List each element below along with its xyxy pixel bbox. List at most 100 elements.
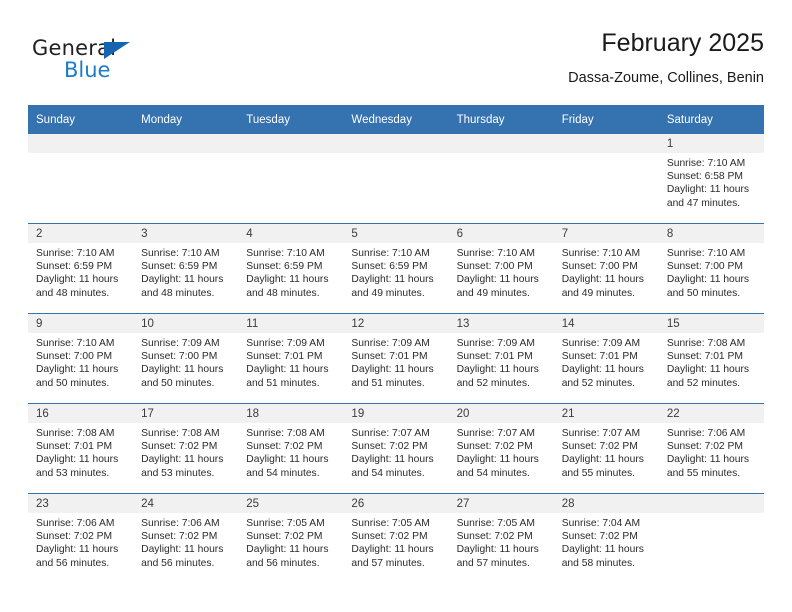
calendar-day-cell[interactable]: 19 Sunrise: 7:07 AM Sunset: 7:02 PM Dayligh… — [343, 404, 449, 493]
sunset-text: Sunset: 7:00 PM — [141, 351, 218, 363]
day-number: 13 — [448, 314, 554, 333]
calendar-day-cell[interactable]: 15 Sunrise: 7:08 AM Sunset: 7:01 PM Dayligh… — [658, 314, 764, 403]
sunrise-text: Sunrise: 7:10 AM — [36, 338, 115, 349]
daylight-text: Daylight: 11 hours and 54 minutes. — [246, 454, 329, 479]
calendar-day-cell[interactable]: 5 Sunrise: 7:10 AM Sunset: 6:59 PM Daylight… — [343, 224, 449, 313]
calendar-week-row: 23 Sunrise: 7:06 AM Sunset: 7:02 PM Dayligh… — [28, 493, 764, 583]
sunrise-text: Sunrise: 7:06 AM — [666, 428, 746, 439]
sunrise-text: Sunrise: 7:10 AM — [351, 248, 430, 259]
day-details: Sunrise: 7:07 AM Sunset: 7:02 PM Daylight:… — [449, 423, 554, 480]
day-details: Sunrise: 7:10 AM Sunset: 7:00 PM Daylight:… — [659, 243, 764, 300]
day-details: Sunrise: 7:05 AM Sunset: 7:02 PM Daylight:… — [238, 513, 343, 570]
calendar-day-cell[interactable]: 10 Sunrise: 7:09 AM Sunset: 7:00 PM Dayligh… — [133, 314, 239, 403]
calendar-day-cell[interactable]: 11 Sunrise: 7:09 AM Sunset: 7:01 PM Dayligh… — [238, 314, 344, 403]
day-number: 4 — [238, 224, 344, 243]
calendar-day-cell[interactable]: 25 Sunrise: 7:05 AM Sunset: 7:02 PM Dayligh… — [238, 494, 344, 583]
sunset-text: Sunset: 7:02 PM — [351, 441, 428, 453]
sunset-text: Sunset: 7:01 PM — [561, 351, 638, 363]
calendar-day-cell[interactable]: 23 Sunrise: 7:06 AM Sunset: 7:02 PM Dayligh… — [28, 494, 134, 583]
day-number: 5 — [343, 224, 449, 243]
calendar-header-row: Sunday Monday Tuesday Wednesday Thursday Frid… — [28, 105, 764, 134]
sunset-text: Sunset: 7:02 PM — [456, 531, 533, 543]
calendar-day-cell[interactable]: 24 Sunrise: 7:06 AM Sunset: 7:02 PM Dayligh… — [133, 494, 239, 583]
weekday-header-3: Wednesday — [343, 105, 449, 134]
daylight-text: Daylight: 11 hours and 50 minutes. — [666, 274, 750, 299]
daylight-text: Daylight: 11 hours and 48 minutes. — [141, 274, 224, 299]
calendar-day-cell[interactable]: 14 Sunrise: 7:09 AM Sunset: 7:01 PM Dayligh… — [553, 314, 659, 403]
day-details: Sunrise: 7:10 AM Sunset: 7:00 PM Daylight:… — [554, 243, 659, 300]
day-number: 23 — [28, 494, 134, 513]
day-details: Sunrise: 7:07 AM Sunset: 7:02 PM Daylight:… — [554, 423, 659, 480]
sunset-text: Sunset: 7:02 PM — [141, 531, 218, 543]
day-details: Sunrise: 7:10 AM Sunset: 7:00 PM Daylight:… — [449, 243, 554, 300]
calendar-day-cell[interactable]: 22 Sunrise: 7:06 AM Sunset: 7:02 PM Dayligh… — [658, 404, 764, 493]
calendar-day-cell[interactable]: 21 Sunrise: 7:07 AM Sunset: 7:02 PM Dayligh… — [553, 404, 659, 493]
calendar-day-cell[interactable]: 4 Sunrise: 7:10 AM Sunset: 6:59 PM Daylight… — [238, 224, 344, 313]
day-details: Sunrise: 7:09 AM Sunset: 7:00 PM Daylight:… — [133, 333, 238, 390]
sunset-text: Sunset: 7:02 PM — [561, 441, 638, 453]
calendar-day-cell[interactable]: 26 Sunrise: 7:05 AM Sunset: 7:02 PM Dayligh… — [343, 494, 449, 583]
calendar-day-cell[interactable]: 13 Sunrise: 7:09 AM Sunset: 7:01 PM Dayligh… — [448, 314, 554, 403]
daylight-text: Daylight: 11 hours and 55 minutes. — [561, 454, 644, 479]
sunrise-text: Sunrise: 7:06 AM — [141, 518, 220, 529]
day-number: 20 — [448, 404, 554, 423]
calendar-cell-empty — [238, 134, 344, 223]
calendar-day-cell[interactable]: 28 Sunrise: 7:04 AM Sunset: 7:02 PM Dayligh… — [553, 494, 659, 583]
day-number — [28, 134, 134, 153]
calendar-day-cell[interactable]: 18 Sunrise: 7:08 AM Sunset: 7:02 PM Dayligh… — [238, 404, 344, 493]
day-details: Sunrise: 7:10 AM Sunset: 6:59 PM Daylight:… — [28, 243, 133, 300]
sunset-text: Sunset: 7:02 PM — [561, 531, 638, 543]
sunrise-text: Sunrise: 7:10 AM — [246, 248, 325, 259]
calendar-day-cell[interactable]: 27 Sunrise: 7:05 AM Sunset: 7:02 PM Dayligh… — [448, 494, 554, 583]
calendar-day-cell[interactable]: 1 Sunrise: 7:10 AM Sunset: 6:58 PM Daylight… — [658, 134, 764, 223]
calendar-cell-empty — [28, 134, 134, 223]
sunrise-text: Sunrise: 7:10 AM — [36, 248, 115, 259]
sunrise-text: Sunrise: 7:10 AM — [666, 158, 746, 169]
day-number: 19 — [343, 404, 449, 423]
day-details: Sunrise: 7:08 AM Sunset: 7:01 PM Daylight:… — [28, 423, 133, 480]
calendar-day-cell[interactable]: 2 Sunrise: 7:10 AM Sunset: 6:59 PM Daylight… — [28, 224, 134, 313]
sunset-text: Sunset: 7:02 PM — [246, 531, 323, 543]
day-number: 6 — [448, 224, 554, 243]
sunset-text: Sunset: 7:02 PM — [666, 441, 743, 453]
sunrise-text: Sunrise: 7:04 AM — [561, 518, 641, 529]
day-number — [133, 134, 239, 153]
sunrise-text: Sunrise: 7:10 AM — [456, 248, 535, 259]
calendar-day-cell[interactable]: 17 Sunrise: 7:08 AM Sunset: 7:02 PM Dayligh… — [133, 404, 239, 493]
day-details: Sunrise: 7:08 AM Sunset: 7:01 PM Daylight:… — [659, 333, 764, 390]
calendar-day-cell[interactable]: 20 Sunrise: 7:07 AM Sunset: 7:02 PM Dayligh… — [448, 404, 554, 493]
general-blue-logo: General Blue — [32, 36, 192, 90]
day-details: Sunrise: 7:06 AM Sunset: 7:02 PM Daylight:… — [133, 513, 238, 570]
day-number: 1 — [658, 134, 764, 153]
calendar-cell-empty — [553, 134, 659, 223]
sunrise-text: Sunrise: 7:09 AM — [561, 338, 641, 349]
daylight-text: Daylight: 11 hours and 49 minutes. — [456, 274, 539, 299]
day-number: 17 — [133, 404, 239, 423]
sunset-text: Sunset: 7:02 PM — [36, 531, 113, 543]
logo-triangle-icon — [104, 42, 130, 59]
calendar-day-cell[interactable]: 9 Sunrise: 7:10 AM Sunset: 7:00 PM Daylight… — [28, 314, 134, 403]
calendar-day-cell[interactable]: 12 Sunrise: 7:09 AM Sunset: 7:01 PM Dayligh… — [343, 314, 449, 403]
daylight-text: Daylight: 11 hours and 52 minutes. — [666, 364, 750, 389]
weekday-header-0: Sunday — [28, 105, 134, 134]
calendar-day-cell[interactable]: 8 Sunrise: 7:10 AM Sunset: 7:00 PM Daylight… — [658, 224, 764, 313]
day-details: Sunrise: 7:05 AM Sunset: 7:02 PM Daylight:… — [449, 513, 554, 570]
sunrise-text: Sunrise: 7:07 AM — [351, 428, 430, 439]
weekday-header-6: Saturday — [658, 105, 764, 134]
daylight-text: Daylight: 11 hours and 48 minutes. — [246, 274, 329, 299]
day-details: Sunrise: 7:06 AM Sunset: 7:02 PM Daylight:… — [28, 513, 133, 570]
calendar-day-cell[interactable]: 3 Sunrise: 7:10 AM Sunset: 6:59 PM Daylight… — [133, 224, 239, 313]
calendar-day-cell[interactable]: 7 Sunrise: 7:10 AM Sunset: 7:00 PM Daylight… — [553, 224, 659, 313]
sunset-text: Sunset: 7:01 PM — [666, 351, 743, 363]
daylight-text: Daylight: 11 hours and 48 minutes. — [36, 274, 119, 299]
sunset-text: Sunset: 7:02 PM — [351, 531, 428, 543]
sunset-text: Sunset: 7:01 PM — [36, 441, 113, 453]
sunrise-text: Sunrise: 7:05 AM — [351, 518, 430, 529]
daylight-text: Daylight: 11 hours and 52 minutes. — [561, 364, 644, 389]
calendar-day-cell[interactable]: 6 Sunrise: 7:10 AM Sunset: 7:00 PM Daylight… — [448, 224, 554, 313]
calendar-day-cell[interactable]: 16 Sunrise: 7:08 AM Sunset: 7:01 PM Dayligh… — [28, 404, 134, 493]
sunrise-text: Sunrise: 7:10 AM — [666, 248, 746, 259]
calendar-cell-empty — [658, 494, 764, 583]
daylight-text: Daylight: 11 hours and 47 minutes. — [666, 184, 750, 209]
calendar-page: General Blue February 2025 Dassa-Zoume, … — [0, 0, 792, 612]
